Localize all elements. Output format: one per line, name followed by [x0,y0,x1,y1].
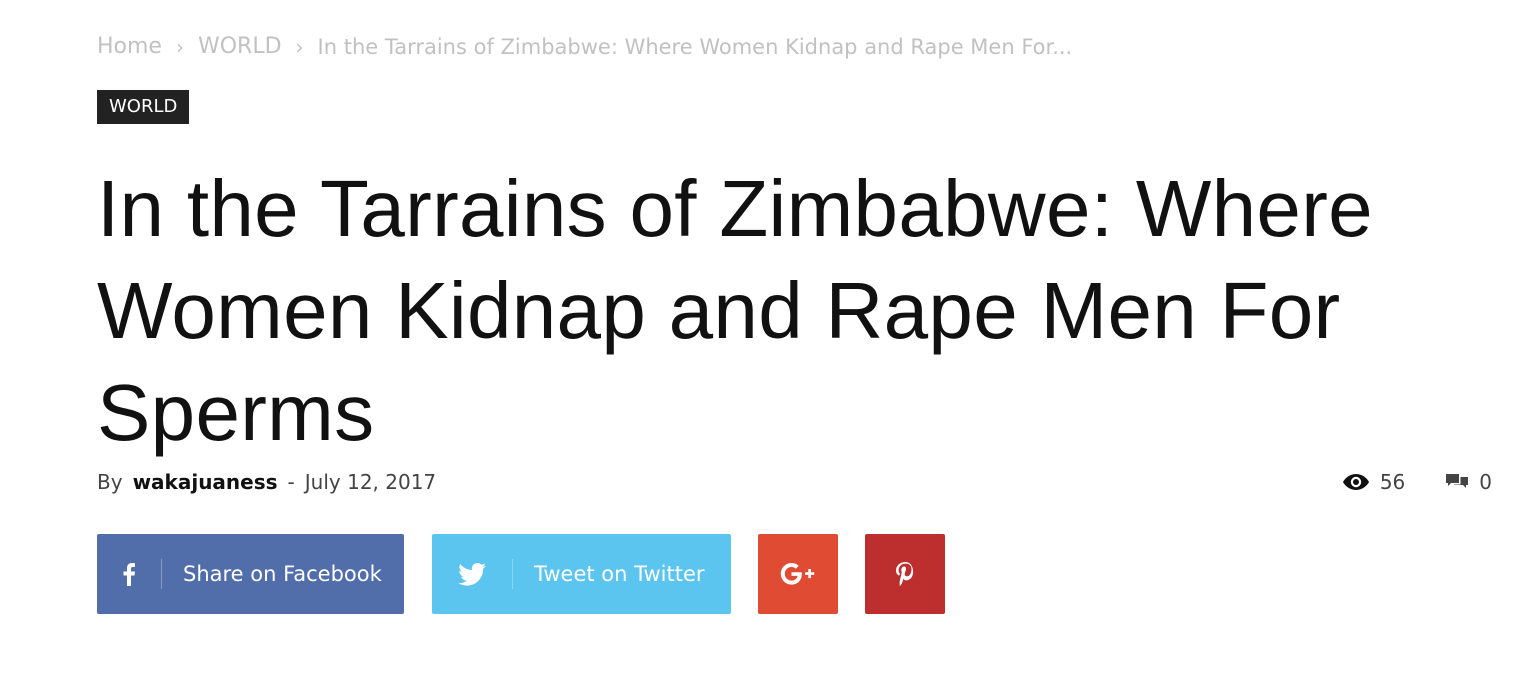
tweet-twitter-button[interactable]: Tweet on Twitter [432,534,731,614]
google-plus-icon [780,563,816,585]
twitter-icon [432,562,512,586]
breadcrumb-home-link[interactable]: Home [97,34,162,59]
breadcrumb-section-link[interactable]: WORLD [198,34,282,59]
publish-date: July 12, 2017 [304,470,437,494]
tweet-twitter-label: Tweet on Twitter [534,562,705,586]
breadcrumb-separator: › [175,34,184,59]
share-pinterest-button[interactable] [865,534,945,614]
facebook-icon [97,562,161,586]
page-title: In the Tarrains of Zimbabwe: Where Women… [97,164,1373,457]
comments-count: 0 [1479,470,1492,494]
breadcrumb-separator: › [295,34,304,59]
share-facebook-button[interactable]: Share on Facebook [97,534,404,614]
eye-icon [1342,474,1369,490]
article-stats: 56 0 [1342,470,1492,494]
by-label: By [97,470,123,494]
share-facebook-label: Share on Facebook [183,562,382,586]
button-divider [161,559,162,589]
comments-icon [1446,474,1469,488]
breadcrumb: Home › WORLD › In the Tarrains of Zimbab… [97,34,1072,59]
comments-stat[interactable]: 0 [1445,470,1492,494]
pinterest-icon [896,562,914,586]
article-meta: By wakajuaness - July 12, 2017 [97,470,436,494]
share-google-plus-button[interactable] [758,534,838,614]
breadcrumb-current: In the Tarrains of Zimbabwe: Where Women… [317,34,1073,59]
share-buttons: Share on Facebook Tweet on Twitter [97,534,945,614]
author-link[interactable]: wakajuaness [133,470,278,494]
views-stat: 56 [1342,470,1405,494]
button-divider [512,559,513,589]
views-count: 56 [1379,470,1406,494]
category-tag[interactable]: WORLD [97,90,190,124]
meta-dash: - [287,470,295,494]
